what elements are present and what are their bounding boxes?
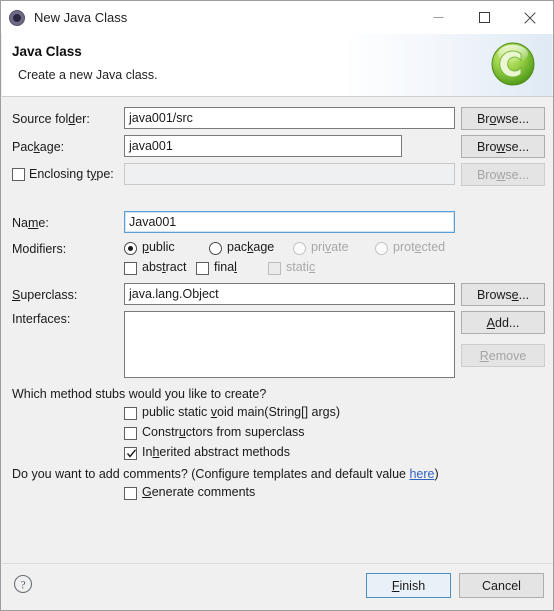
comments-question: Do you want to add comments? (Configure … [12, 467, 439, 481]
stub-label-main: public static void main(String[] args) [142, 405, 340, 419]
enclosing-type-input[interactable] [124, 163, 455, 185]
close-icon[interactable] [507, 1, 553, 34]
package-label: Package: [12, 140, 65, 154]
modifier-label-final: final [214, 260, 237, 274]
modifier-label-protected: protected [393, 240, 446, 254]
enclosing-type-checkbox[interactable] [12, 168, 25, 181]
help-question-icon[interactable]: ? [13, 574, 33, 594]
check-icon [126, 449, 137, 458]
enclosing-type-browse-button: Bro w se... [461, 163, 545, 186]
dialog-body: Source folder: java001/src Br o wse... Pac… [2, 97, 553, 563]
configure-templates-link[interactable]: here [409, 467, 434, 481]
package-input[interactable]: java001 [124, 135, 402, 157]
eclipse-wizard-icon [9, 9, 25, 26]
svg-text:?: ? [20, 579, 25, 591]
name-label: Name: [12, 216, 49, 230]
new-java-class-dialog: New Java Class Java Class Create a new J… [0, 0, 554, 611]
interfaces-add-button[interactable]: Add... [461, 311, 545, 334]
superclass-input[interactable]: java.lang.Object [124, 283, 455, 305]
source-folder-browse-button[interactable]: Br o wse... [461, 107, 545, 130]
page-description: Create a new Java class. [18, 68, 158, 82]
modifiers-label: Modifiers: [12, 242, 67, 256]
modifier-checkbox-final[interactable] [196, 262, 209, 275]
package-browse-button[interactable]: Bro w se... [461, 135, 545, 158]
cancel-button[interactable]: Cancel [459, 573, 544, 598]
comments-question-prefix: Do you want to add comments? (Configure … [12, 467, 410, 481]
modifier-radio-public[interactable] [124, 242, 137, 255]
stub-checkbox-constructors[interactable] [124, 427, 137, 440]
modifier-label-private: private [311, 240, 349, 254]
source-folder-label: Source folder: [12, 112, 90, 126]
modifier-radio-protected [375, 242, 388, 255]
modifier-radio-package[interactable] [209, 242, 222, 255]
interfaces-remove-button: Remove [461, 344, 545, 367]
name-input[interactable]: Java001 [124, 211, 455, 233]
stub-checkbox-inherited[interactable] [124, 447, 137, 460]
interfaces-label: Interfaces: [12, 312, 71, 326]
green-java-class-icon [488, 39, 538, 89]
finish-button[interactable]: Finish [366, 573, 451, 598]
wizard-header: Java Class Create a new Java class. [2, 34, 552, 96]
interfaces-listbox[interactable] [124, 311, 455, 378]
comments-question-suffix: ) [434, 467, 439, 481]
stub-label-constructors: Constructors from superclass [142, 425, 305, 439]
modifier-checkbox-static [268, 262, 281, 275]
stub-label-inherited: Inherited abstract methods [142, 445, 291, 459]
modifier-label-static: static [286, 260, 316, 274]
superclass-label: Superclass: [12, 288, 78, 302]
modifier-label-abstract: abstract [142, 260, 187, 274]
window-controls [415, 1, 553, 34]
enclosing-type-label: Enclosing type: [29, 167, 114, 181]
superclass-browse-button[interactable]: Brows e... [461, 283, 545, 306]
modifier-checkbox-abstract[interactable] [124, 262, 137, 275]
window-title: New Java Class [34, 10, 128, 25]
modifier-label-package: package [227, 240, 275, 254]
generate-comments-label: Generate comments [142, 485, 256, 499]
stub-checkbox-main[interactable] [124, 407, 137, 420]
modifier-label-public: public [142, 240, 175, 254]
page-title: Java Class [12, 44, 82, 59]
source-folder-input[interactable]: java001/src [124, 107, 455, 129]
maximize-icon[interactable] [461, 1, 507, 34]
minimize-icon[interactable] [415, 1, 461, 34]
generate-comments-checkbox[interactable] [124, 487, 137, 500]
title-bar: New Java Class [1, 1, 553, 34]
method-stubs-question: Which method stubs would you like to cre… [12, 387, 267, 401]
modifier-radio-private [293, 242, 306, 255]
